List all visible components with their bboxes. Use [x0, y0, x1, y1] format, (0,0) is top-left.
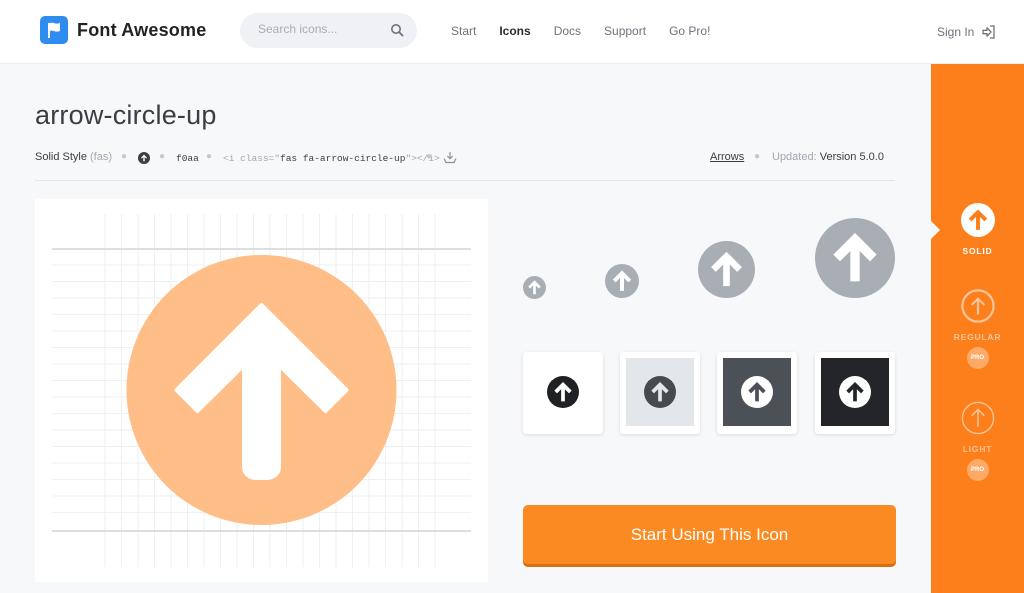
arrow-circle-up-icon	[138, 152, 150, 164]
sign-in-icon	[982, 25, 996, 39]
version-info: Updated: Version 5.0.0	[772, 151, 884, 163]
unicode-value[interactable]: f0aa	[176, 153, 199, 164]
pro-badge: PRO	[966, 347, 989, 369]
style-option-solid[interactable]: SOLID	[931, 203, 1024, 256]
icon-preview-canvas	[52, 214, 471, 567]
style-option-light[interactable]: LIGHT PRO	[931, 401, 1024, 481]
nav-support[interactable]: Support	[604, 24, 646, 38]
top-header: Font Awesome Start Icons Docs Support Go…	[0, 0, 1024, 64]
icon-grid-preview	[35, 199, 488, 582]
nav-icons[interactable]: Icons	[499, 24, 530, 38]
arrow-circle-up-icon	[741, 376, 773, 408]
pro-badge: PRO	[966, 459, 989, 481]
style-option-label: LIGHT	[962, 444, 993, 454]
swatch-dark-gray[interactable]	[717, 352, 797, 434]
icon-title: arrow-circle-up	[35, 100, 217, 130]
sign-in-link[interactable]: Sign In	[937, 24, 997, 40]
separator-dot: ●	[426, 151, 433, 162]
style-sidebar: SOLID REGULAR PRO LIGHT PRO	[931, 64, 1024, 593]
snippet-class: fas fa-arrow-circle-up	[280, 153, 406, 164]
separator-dot: ●	[121, 151, 128, 162]
snippet-close: "></i>	[405, 153, 440, 164]
snippet-open: <i class="	[223, 153, 281, 164]
divider	[35, 180, 895, 181]
arrow-circle-up-icon-size-4x	[815, 218, 895, 298]
arrow-circle-up-icon-size-3x	[698, 241, 755, 298]
search-box[interactable]	[240, 13, 417, 48]
sign-in-label: Sign In	[937, 25, 975, 39]
style-option-regular[interactable]: REGULAR PRO	[931, 289, 1024, 369]
brand[interactable]: Font Awesome	[40, 16, 206, 44]
separator-dot: ●	[754, 151, 761, 162]
arrow-circle-up-icon-size-2x	[605, 264, 639, 298]
download-icon[interactable]	[443, 151, 457, 164]
style-code: (fas)	[90, 151, 113, 163]
nav-go-pro[interactable]: Go Pro!	[669, 24, 710, 38]
style-label-text: Solid Style	[35, 151, 87, 163]
nav-docs[interactable]: Docs	[554, 24, 581, 38]
brand-name: Font Awesome	[77, 19, 207, 40]
arrow-circle-up-solid-icon	[960, 203, 995, 237]
style-option-label: SOLID	[962, 246, 993, 256]
search-icon[interactable]	[390, 23, 404, 37]
swatch-white-bg	[529, 358, 597, 426]
arrow-circle-up-light-icon	[961, 401, 994, 435]
swatch-light-gray[interactable]	[620, 352, 700, 434]
swatch-dark-gray-bg	[723, 358, 791, 426]
selected-style-pointer	[931, 221, 940, 239]
swatch-black-bg	[821, 358, 889, 426]
arrow-circle-up-icon	[839, 376, 871, 408]
arrow-circle-up-icon	[644, 376, 676, 408]
html-snippet[interactable]: <i class="fas fa-arrow-circle-up"></i>	[223, 153, 440, 164]
arrow-circle-up-icon	[547, 376, 579, 408]
style-option-label: REGULAR	[953, 332, 1002, 342]
separator-dot: ●	[159, 151, 166, 162]
style-label: Solid Style (fas)	[35, 151, 112, 163]
main-nav: Start Icons Docs Support Go Pro!	[451, 24, 733, 38]
swatch-black[interactable]	[815, 352, 895, 434]
arrow-circle-up-regular-icon	[960, 289, 995, 323]
arrow-circle-up-icon-size-1x	[523, 276, 546, 299]
icon-meta-bar: Solid Style (fas) ● ● f0aa ● <i class="f…	[35, 151, 895, 167]
swatch-white[interactable]	[523, 352, 603, 434]
nav-start[interactable]: Start	[451, 24, 476, 38]
search-input[interactable]	[258, 22, 378, 36]
updated-label: Updated:	[772, 151, 817, 163]
separator-dot: ●	[206, 151, 213, 162]
start-using-button[interactable]: Start Using This Icon	[523, 505, 896, 564]
swatch-light-gray-bg	[626, 358, 694, 426]
category-link[interactable]: Arrows	[710, 151, 744, 163]
flag-logo-icon	[40, 16, 68, 44]
updated-version: Version 5.0.0	[819, 151, 884, 163]
